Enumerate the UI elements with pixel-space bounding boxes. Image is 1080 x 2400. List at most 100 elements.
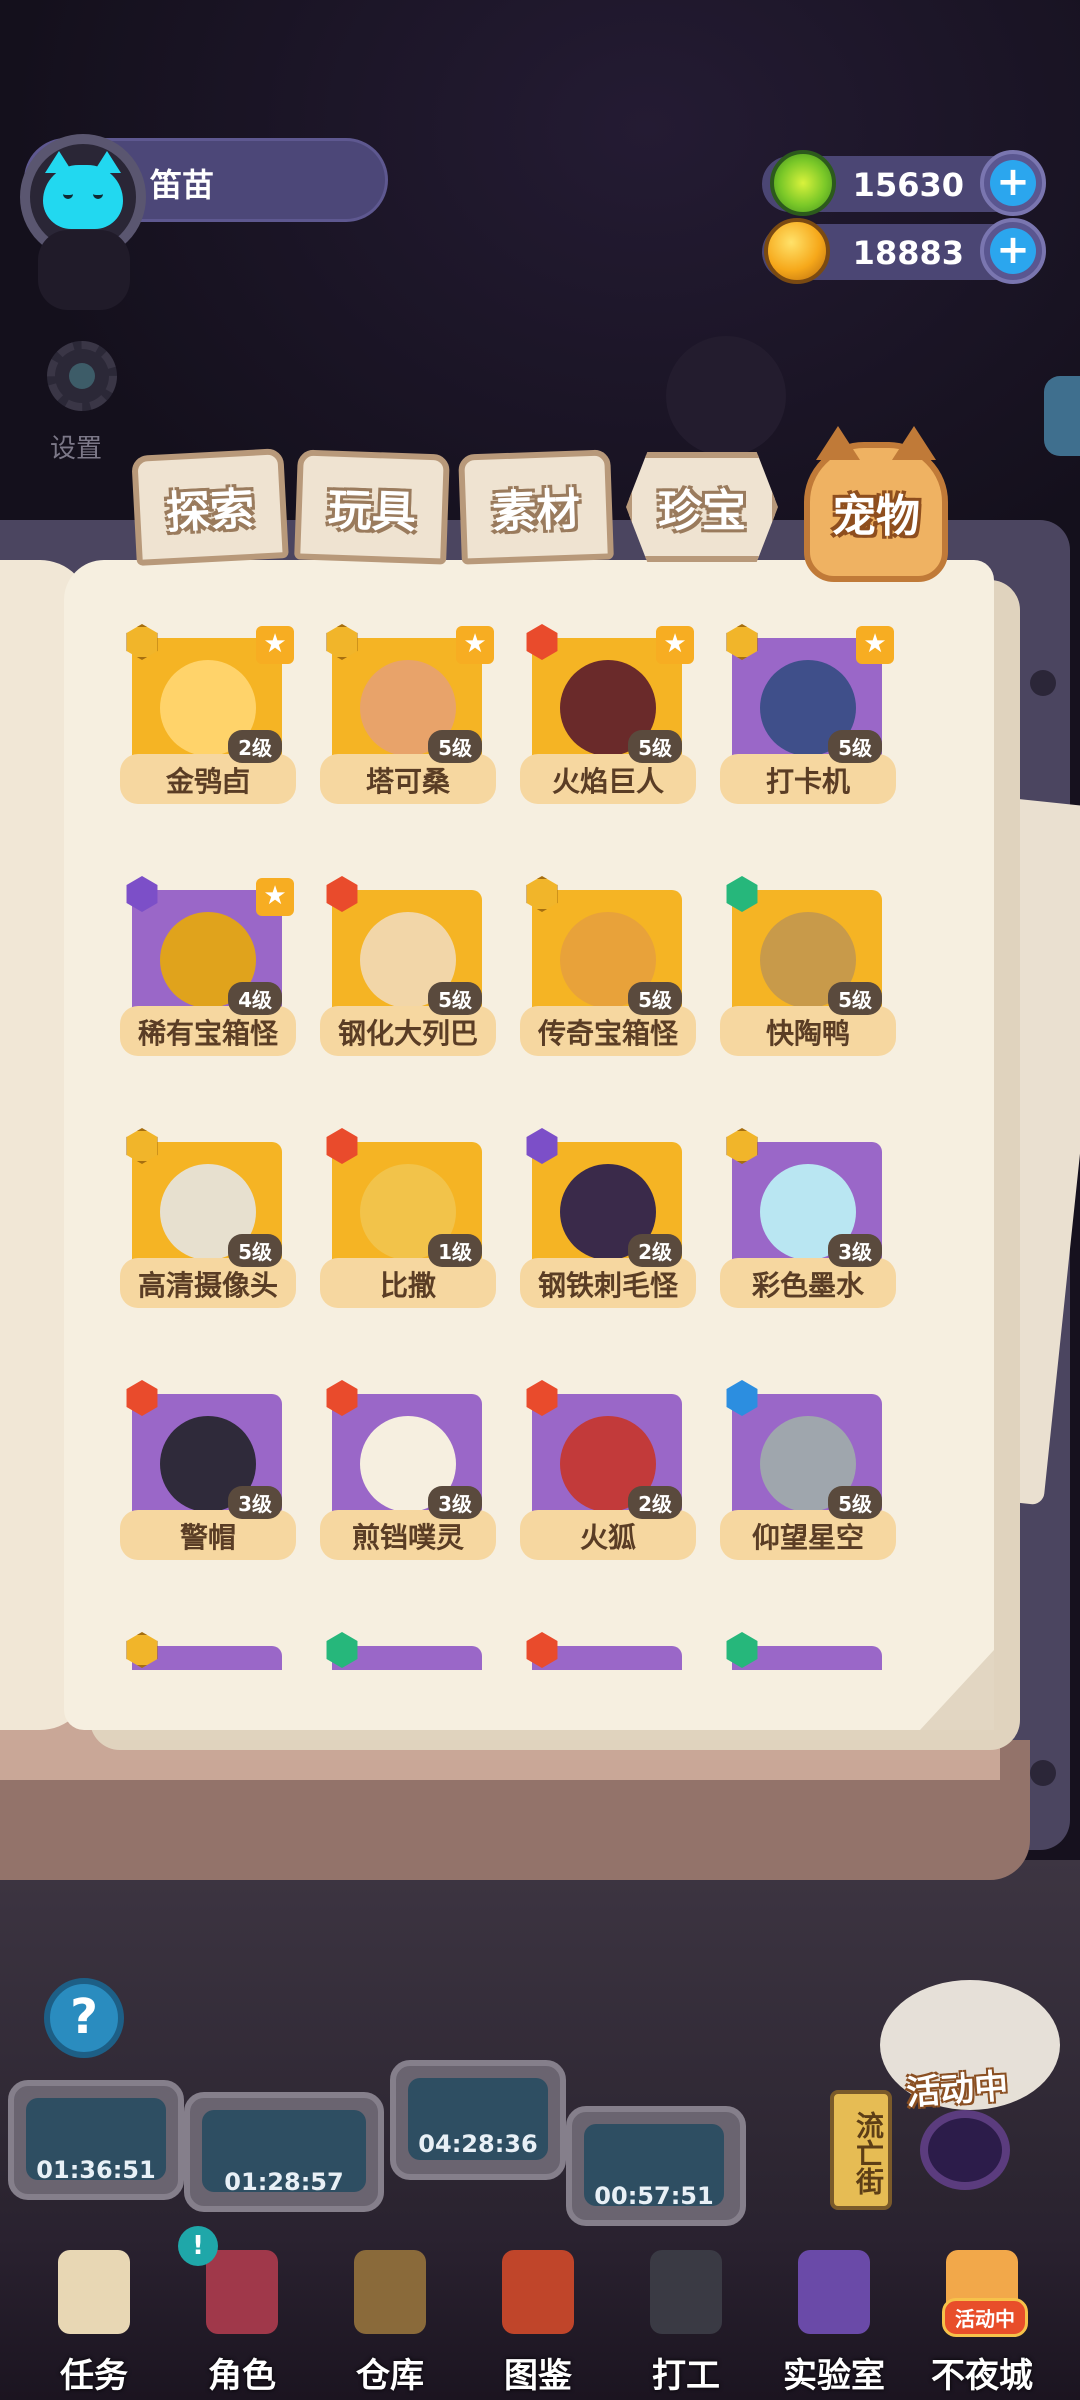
level-badge: 5级 xyxy=(828,1486,882,1519)
nav-label: 仓库 xyxy=(356,2356,424,2396)
pet-card[interactable]: 5级 钢化大列巴 xyxy=(320,872,500,1072)
timer-machine[interactable]: 01:28:57 xyxy=(184,2092,384,2212)
nav-label: 打工 xyxy=(652,2356,720,2396)
gear-icon xyxy=(47,341,117,411)
side-hook-icon[interactable] xyxy=(1044,376,1080,456)
star-icon: ★ xyxy=(656,626,694,664)
pet-card[interactable]: 5级 仰望星空 xyxy=(720,1376,900,1576)
nav-item[interactable]: 实验室 xyxy=(764,2236,904,2400)
tab-treasures[interactable]: 珍宝 xyxy=(626,452,778,562)
star-icon: ★ xyxy=(856,626,894,664)
ear-decoration xyxy=(892,426,936,460)
timer-text: 04:28:36 xyxy=(418,2130,538,2158)
timer-text: 01:36:51 xyxy=(36,2156,156,2184)
pet-name: 煎铛噗灵 xyxy=(351,1521,464,1554)
level-badge: 2级 xyxy=(628,1486,682,1519)
pet-card[interactable] xyxy=(720,1628,900,1670)
level-badge: 5级 xyxy=(428,730,482,763)
pet-name: 火焰巨人 xyxy=(551,765,664,798)
pet-card[interactable] xyxy=(320,1628,500,1670)
pet-name: 稀有宝箱怪 xyxy=(137,1017,278,1050)
level-badge: 5级 xyxy=(628,982,682,1015)
pet-card[interactable]: 1级 比撒 xyxy=(320,1124,500,1324)
map-pin-icon[interactable] xyxy=(38,230,130,310)
pet-name: 快陶鸭 xyxy=(765,1017,850,1050)
pet-card[interactable]: 2级 火狐 xyxy=(520,1376,700,1576)
pet-card[interactable]: ★ 5级 打卡机 xyxy=(720,620,900,820)
lab-icon xyxy=(798,2250,870,2334)
portal-icon[interactable] xyxy=(920,2110,1010,2190)
pet-name: 打卡机 xyxy=(765,765,850,798)
plus-icon: + xyxy=(990,228,1036,274)
clipboard-icon xyxy=(58,2250,130,2334)
nav-label: 不夜城 xyxy=(931,2356,1033,2396)
pet-card[interactable]: 2级 钢铁刺毛怪 xyxy=(520,1124,700,1324)
pet-card[interactable]: 5级 传奇宝箱怪 xyxy=(520,872,700,1072)
level-badge: 5级 xyxy=(428,982,482,1015)
pet-name: 火狐 xyxy=(579,1521,636,1554)
level-badge: 3级 xyxy=(828,1234,882,1267)
nav-item[interactable]: 打工 xyxy=(616,2236,756,2400)
add-currency-button[interactable]: + xyxy=(980,150,1046,216)
add-currency-button[interactable]: + xyxy=(980,218,1046,284)
bottom-navigation: 任务 角色 仓库 图鉴 打工 实验室 不夜城 xyxy=(0,2236,1080,2400)
ear-decoration xyxy=(816,426,860,460)
pet-name: 钢铁刺毛怪 xyxy=(537,1269,678,1302)
pet-name: 警帽 xyxy=(179,1521,236,1554)
pet-name: 钢化大列巴 xyxy=(337,1017,478,1050)
level-badge: 5级 xyxy=(828,730,882,763)
pet-card[interactable]: ★ 5级 塔可桑 xyxy=(320,620,500,820)
work-icon xyxy=(650,2250,722,2334)
new-badge: ! xyxy=(178,2226,218,2266)
pet-name: 仰望星空 xyxy=(751,1521,864,1554)
star-icon: ★ xyxy=(256,878,294,916)
pet-card[interactable]: 5级 高清摄像头 xyxy=(120,1124,300,1324)
nav-item[interactable]: 图鉴 xyxy=(468,2236,608,2400)
tab-pets[interactable]: 宠物 xyxy=(804,426,948,582)
pet-card[interactable]: ★ 2级 金鸮卣 xyxy=(120,620,300,820)
pet-card[interactable] xyxy=(520,1628,700,1670)
tab-materials[interactable]: 素材 xyxy=(458,449,614,565)
event-label: 活动中 xyxy=(904,2066,1010,2114)
pet-name: 比撒 xyxy=(379,1269,436,1302)
gold-planet-coin-icon xyxy=(764,218,830,284)
pet-card[interactable] xyxy=(120,1628,300,1670)
star-icon: ★ xyxy=(456,626,494,664)
event-badge: 活动中 xyxy=(942,2298,1028,2337)
timer-text: 00:57:51 xyxy=(594,2182,714,2210)
street-sign[interactable]: 流亡街 xyxy=(830,2090,892,2210)
nav-item[interactable]: 仓库 xyxy=(320,2236,460,2400)
pet-card[interactable]: 5级 快陶鸭 xyxy=(720,872,900,1072)
help-button[interactable]: ? xyxy=(44,1978,124,2058)
settings-button[interactable] xyxy=(36,330,128,422)
book-icon xyxy=(502,2250,574,2334)
pet-card[interactable]: ★ 5级 火焰巨人 xyxy=(520,620,700,820)
level-badge: 5级 xyxy=(828,982,882,1015)
tab-label: 玩具 xyxy=(326,484,417,539)
pet-card[interactable]: 3级 煎铛噗灵 xyxy=(320,1376,500,1576)
nav-label: 任务 xyxy=(60,2356,128,2396)
pet-grid: ★ 2级 金鸮卣 ★ 5级 塔可桑 ★ 5级 火焰巨人 ★ 5级 打卡机 ★ 4级 稀有宝箱怪 5级 钢化大列巴… xyxy=(120,620,910,1670)
pet-name: 传奇宝箱怪 xyxy=(537,1017,678,1050)
settings-label: 设置 xyxy=(50,434,103,464)
timer-machine[interactable]: 04:28:36 xyxy=(390,2060,566,2180)
tab-explore[interactable]: 探索 xyxy=(131,448,289,566)
pet-name: 高清摄像头 xyxy=(137,1269,278,1302)
timer-machine[interactable]: 00:57:51 xyxy=(566,2106,746,2226)
timer-machine[interactable]: 01:36:51 xyxy=(8,2080,184,2200)
star-icon: ★ xyxy=(256,626,294,664)
nav-label: 图鉴 xyxy=(504,2356,572,2396)
level-badge: 5级 xyxy=(228,1234,282,1267)
tab-toys[interactable]: 玩具 xyxy=(294,449,450,565)
currency-value: 15630 xyxy=(852,166,964,204)
pet-card[interactable]: 3级 警帽 xyxy=(120,1376,300,1576)
pet-card[interactable]: ★ 4级 稀有宝箱怪 xyxy=(120,872,300,1072)
nav-item[interactable]: 任务 xyxy=(24,2236,164,2400)
cat-avatar-icon xyxy=(43,151,123,229)
tab-label: 宠物 xyxy=(832,491,920,542)
pet-name: 彩色墨水 xyxy=(751,1269,864,1302)
pet-card[interactable]: 3级 彩色墨水 xyxy=(720,1124,900,1324)
pet-name: 金鸮卣 xyxy=(165,765,250,798)
tab-label: 素材 xyxy=(491,484,582,539)
timer-text: 01:28:57 xyxy=(224,2168,344,2196)
